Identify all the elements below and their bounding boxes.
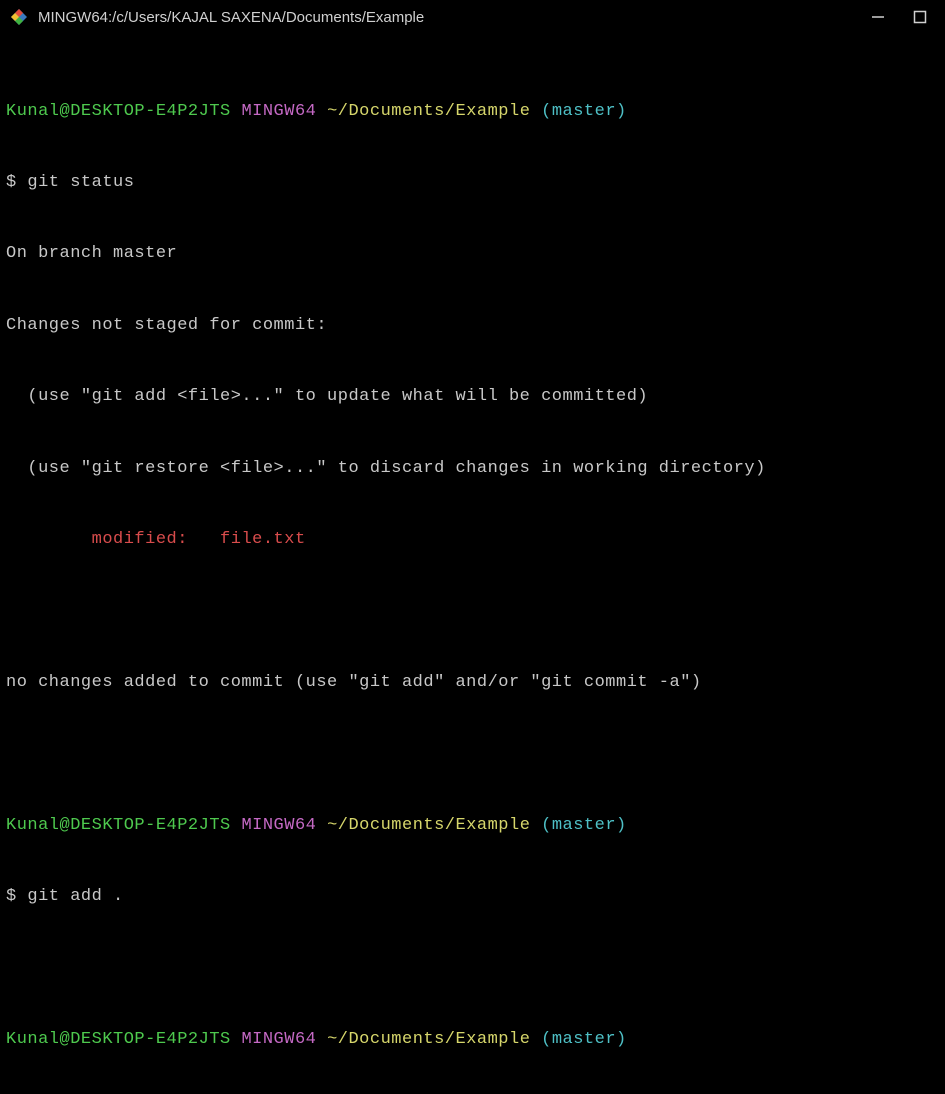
window-title: MINGW64:/c/Users/KAJAL SAXENA/Documents/… (38, 7, 871, 28)
minimize-button[interactable] (871, 10, 885, 24)
modified-file: file.txt (220, 530, 306, 549)
command-text: git add . (27, 887, 123, 906)
prompt-user-host: Kunal@DESKTOP-E4P2JTS (6, 1030, 231, 1049)
prompt-line: Kunal@DESKTOP-E4P2JTS MINGW64 ~/Document… (6, 100, 939, 124)
command-line: $ git status (6, 171, 939, 195)
prompt-branch: (master) (541, 816, 627, 835)
app-icon (10, 8, 28, 26)
output-line: no changes added to commit (use "git add… (6, 671, 939, 695)
modified-file-line: modified: file.txt (6, 528, 939, 552)
prompt-branch: (master) (541, 102, 627, 121)
blank-line (6, 742, 939, 766)
prompt-path: ~/Documents/Example (327, 1030, 530, 1049)
prompt-path: ~/Documents/Example (327, 816, 530, 835)
modified-label: modified: (6, 530, 220, 549)
prompt-line: Kunal@DESKTOP-E4P2JTS MINGW64 ~/Document… (6, 1028, 939, 1052)
prompt-env: MINGW64 (241, 1030, 316, 1049)
blank-line (6, 956, 939, 980)
prompt-env: MINGW64 (241, 816, 316, 835)
output-line: On branch master (6, 242, 939, 266)
command-line: $ git add . (6, 885, 939, 909)
prompt-path: ~/Documents/Example (327, 102, 530, 121)
prompt-branch: (master) (541, 1030, 627, 1049)
prompt-user-host: Kunal@DESKTOP-E4P2JTS (6, 816, 231, 835)
window-controls (871, 10, 935, 24)
output-line: Changes not staged for commit: (6, 314, 939, 338)
blank-line (6, 599, 939, 623)
output-line: (use "git add <file>..." to update what … (6, 385, 939, 409)
titlebar: MINGW64:/c/Users/KAJAL SAXENA/Documents/… (0, 0, 945, 34)
terminal-area[interactable]: Kunal@DESKTOP-E4P2JTS MINGW64 ~/Document… (0, 34, 945, 1094)
maximize-button[interactable] (913, 10, 927, 24)
prompt-user-host: Kunal@DESKTOP-E4P2JTS (6, 102, 231, 121)
output-line: (use "git restore <file>..." to discard … (6, 457, 939, 481)
prompt-line: Kunal@DESKTOP-E4P2JTS MINGW64 ~/Document… (6, 814, 939, 838)
command-text: git status (27, 173, 134, 192)
prompt-env: MINGW64 (241, 102, 316, 121)
